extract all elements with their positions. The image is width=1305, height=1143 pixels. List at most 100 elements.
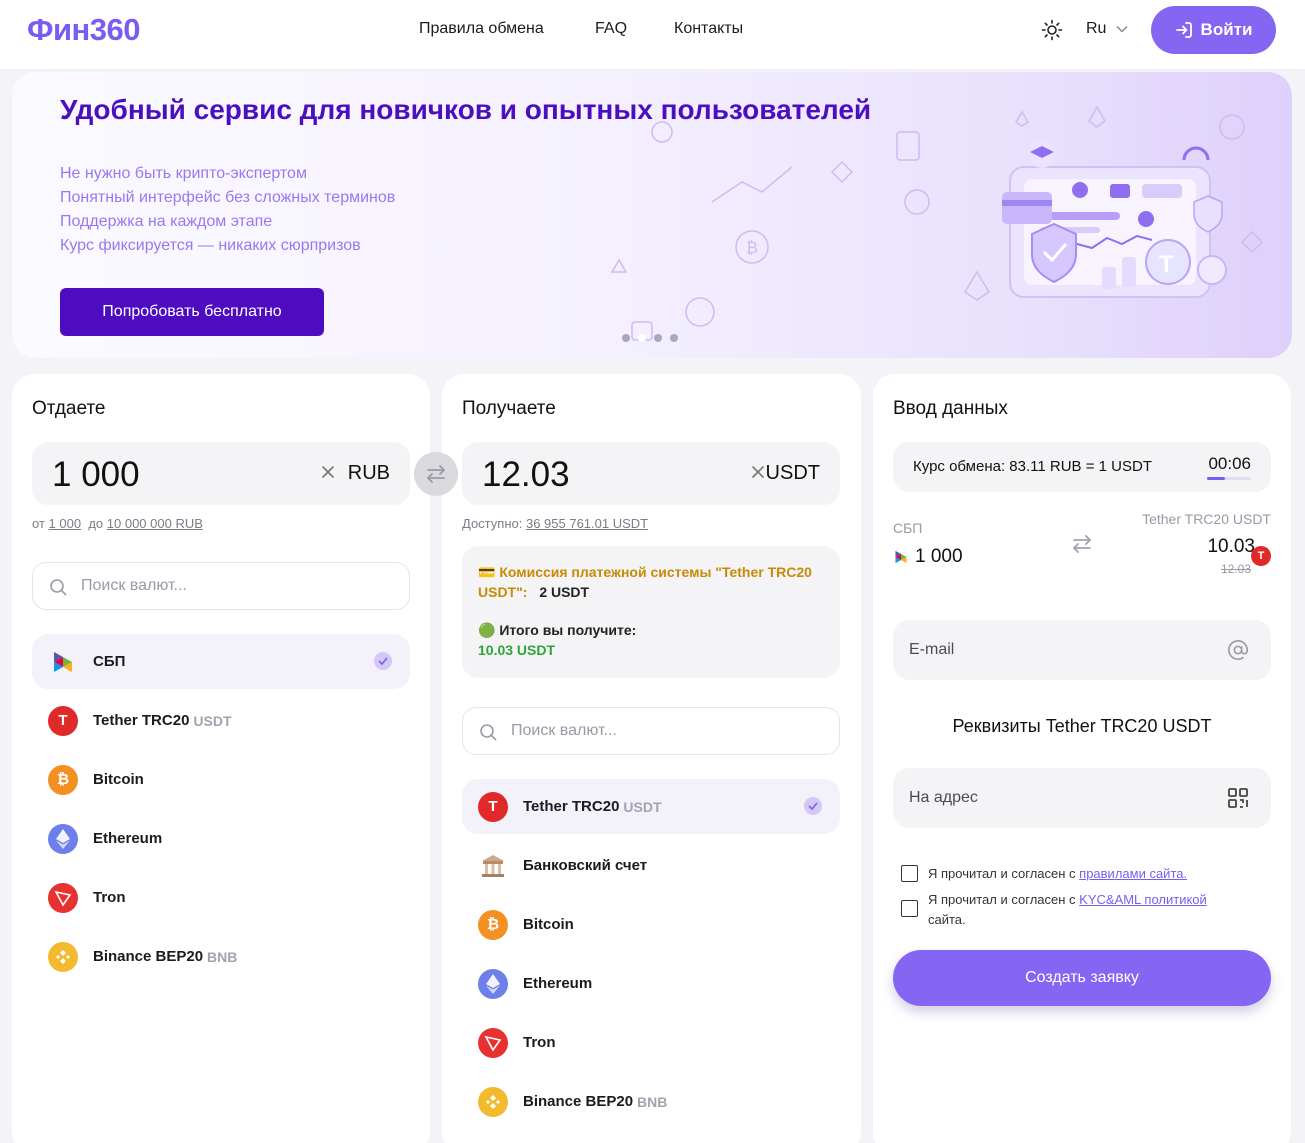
- currency-name: Bitcoin: [93, 771, 144, 788]
- close-icon[interactable]: [318, 462, 338, 482]
- range-from-label: от: [32, 516, 45, 531]
- list-item-tron[interactable]: Tron: [32, 870, 410, 925]
- list-item-sbp[interactable]: СБП: [32, 634, 410, 689]
- nav-exchange-rules[interactable]: Правила обмена: [419, 20, 544, 38]
- language-label: Ru: [1086, 20, 1107, 37]
- give-range: от 1 000 до 10 000 000 RUB: [32, 516, 203, 531]
- give-title: Отдаете: [32, 398, 106, 419]
- list-item-ethereum[interactable]: Ethereum: [462, 956, 840, 1011]
- currency-name: Tether TRC20: [523, 798, 620, 815]
- summary-from: 1 000: [893, 546, 963, 568]
- available-reserve: Доступно: 36 955 761.01 USDT: [462, 516, 648, 531]
- available-label: Доступно:: [462, 516, 523, 531]
- kyc-aml-link[interactable]: KYC&AML политикой: [1079, 892, 1207, 907]
- agree-kyc: Я прочитал и согласен с KYC&AML политико…: [901, 890, 1207, 930]
- list-item-ethereum[interactable]: Ethereum: [32, 811, 410, 866]
- site-rules-link[interactable]: правилами сайта.: [1079, 866, 1187, 881]
- carousel-dot-active[interactable]: [638, 334, 646, 342]
- list-item-binance[interactable]: Binance BEP20 BNB: [462, 1074, 840, 1129]
- timer-progress: [1207, 477, 1251, 480]
- svg-text:₿: ₿: [746, 239, 758, 257]
- currency-ticker: USDT: [623, 798, 662, 815]
- currency-ticker: BNB: [207, 948, 238, 965]
- summary-from-amount: 1 000: [915, 546, 963, 567]
- language-select[interactable]: Ru: [1086, 20, 1128, 38]
- list-item-tether[interactable]: T Tether TRC20 USDT: [32, 693, 410, 748]
- swap-direction-button[interactable]: [414, 452, 458, 496]
- agree-kyc-text: Я прочитал и согласен с: [928, 892, 1076, 907]
- banner-feature-list: Не нужно быть крипто-экспертом Понятный …: [60, 162, 395, 258]
- available-amount-link[interactable]: 36 955 761.01 USDT: [526, 516, 648, 531]
- sun-icon[interactable]: [1040, 18, 1064, 42]
- tether-icon: T: [1251, 546, 1271, 566]
- currency-name: Ethereum: [523, 975, 593, 992]
- get-amount-field[interactable]: 12.03 USDT: [462, 442, 840, 505]
- give-amount-value[interactable]: 1 000: [52, 455, 140, 495]
- range-min-link[interactable]: 1 000: [49, 516, 82, 531]
- ethereum-icon: [48, 823, 78, 854]
- agree-rules-checkbox[interactable]: [901, 865, 918, 882]
- currency-name: Банковский счет: [523, 857, 648, 874]
- give-search[interactable]: [32, 562, 410, 610]
- commission-label: 💳 Комиссия платежной системы "Tether TRC…: [478, 564, 812, 600]
- list-item-binance[interactable]: Binance BEP20 BNB: [32, 929, 410, 984]
- banner-feature: Не нужно быть крипто-экспертом: [60, 165, 307, 182]
- carousel-dot[interactable]: [670, 334, 678, 342]
- logo[interactable]: Фин360: [27, 12, 140, 48]
- exchange-rate-box: Курс обмена: 83.11 RUB = 1 USDT 00:06: [893, 442, 1271, 492]
- requisites-title: Реквизиты Tether TRC20 USDT: [952, 716, 1212, 736]
- currency-name: Bitcoin: [523, 916, 574, 933]
- agree-rules-text: Я прочитал и согласен с: [928, 866, 1076, 881]
- email-input[interactable]: [909, 620, 1209, 680]
- binance-icon: [48, 941, 78, 972]
- get-amount-value[interactable]: 12.03: [482, 455, 570, 495]
- currency-name: Tron: [93, 889, 126, 906]
- currency-ticker: BNB: [637, 1093, 668, 1110]
- swap-icon: [1073, 535, 1091, 553]
- range-max-link[interactable]: 10 000 000 RUB: [107, 516, 203, 531]
- agree-kyc-checkbox[interactable]: [901, 900, 918, 917]
- range-to-label: до: [88, 516, 104, 531]
- svg-text:T: T: [1159, 251, 1174, 278]
- promo-banner: ₿ T Удобный сервис для новичков и опытны…: [12, 72, 1292, 358]
- list-item-tron[interactable]: Tron: [462, 1015, 840, 1070]
- give-currency: RUB: [347, 462, 390, 484]
- tron-icon: [48, 882, 78, 913]
- address-field[interactable]: [893, 768, 1271, 828]
- list-item-bitcoin[interactable]: ₿ Bitcoin: [32, 752, 410, 807]
- create-order-button[interactable]: Создать заявку: [893, 950, 1271, 1006]
- rate-timer: 00:06: [1208, 454, 1251, 473]
- address-input[interactable]: [909, 768, 1209, 828]
- list-item-bitcoin[interactable]: ₿ Bitcoin: [462, 897, 840, 952]
- login-icon: [1175, 22, 1192, 38]
- give-amount-field[interactable]: 1 000 RUB: [32, 442, 410, 505]
- carousel-dot[interactable]: [622, 334, 630, 342]
- list-item-tether[interactable]: T Tether TRC20 USDT: [462, 779, 840, 834]
- login-button[interactable]: Войти: [1151, 6, 1276, 54]
- commission-value: 2 USDT: [539, 584, 590, 600]
- total-label: 🟢 Итого вы получите:: [478, 622, 637, 638]
- nav-faq[interactable]: FAQ: [595, 20, 627, 38]
- carousel-dot[interactable]: [654, 334, 662, 342]
- currency-name: Ethereum: [93, 830, 163, 847]
- currency-name: Tron: [523, 1034, 556, 1051]
- currency-name: Tether TRC20: [93, 712, 190, 729]
- nav-contacts[interactable]: Контакты: [674, 20, 743, 38]
- ethereum-icon: [478, 968, 508, 999]
- try-free-button[interactable]: Попробовать бесплатно: [60, 288, 324, 336]
- tether-icon: T: [48, 705, 78, 736]
- get-search-input[interactable]: [511, 708, 811, 754]
- banner-feature: Поддержка на каждом этапе: [60, 213, 273, 230]
- list-item-bank-account[interactable]: Банковский счет: [462, 838, 840, 893]
- qr-code-icon[interactable]: [1227, 787, 1249, 809]
- data-entry-card: Ввод данных Курс обмена: 83.11 RUB = 1 U…: [873, 374, 1291, 1143]
- data-title: Ввод данных: [893, 398, 1008, 419]
- email-field[interactable]: [893, 620, 1271, 680]
- bank-icon: [478, 851, 508, 881]
- currency-ticker: USDT: [193, 712, 232, 729]
- currency-name: СБП: [93, 653, 126, 670]
- get-search[interactable]: [462, 707, 840, 755]
- give-search-input[interactable]: [81, 563, 381, 609]
- bitcoin-icon: ₿: [478, 909, 508, 940]
- search-icon: [50, 579, 67, 596]
